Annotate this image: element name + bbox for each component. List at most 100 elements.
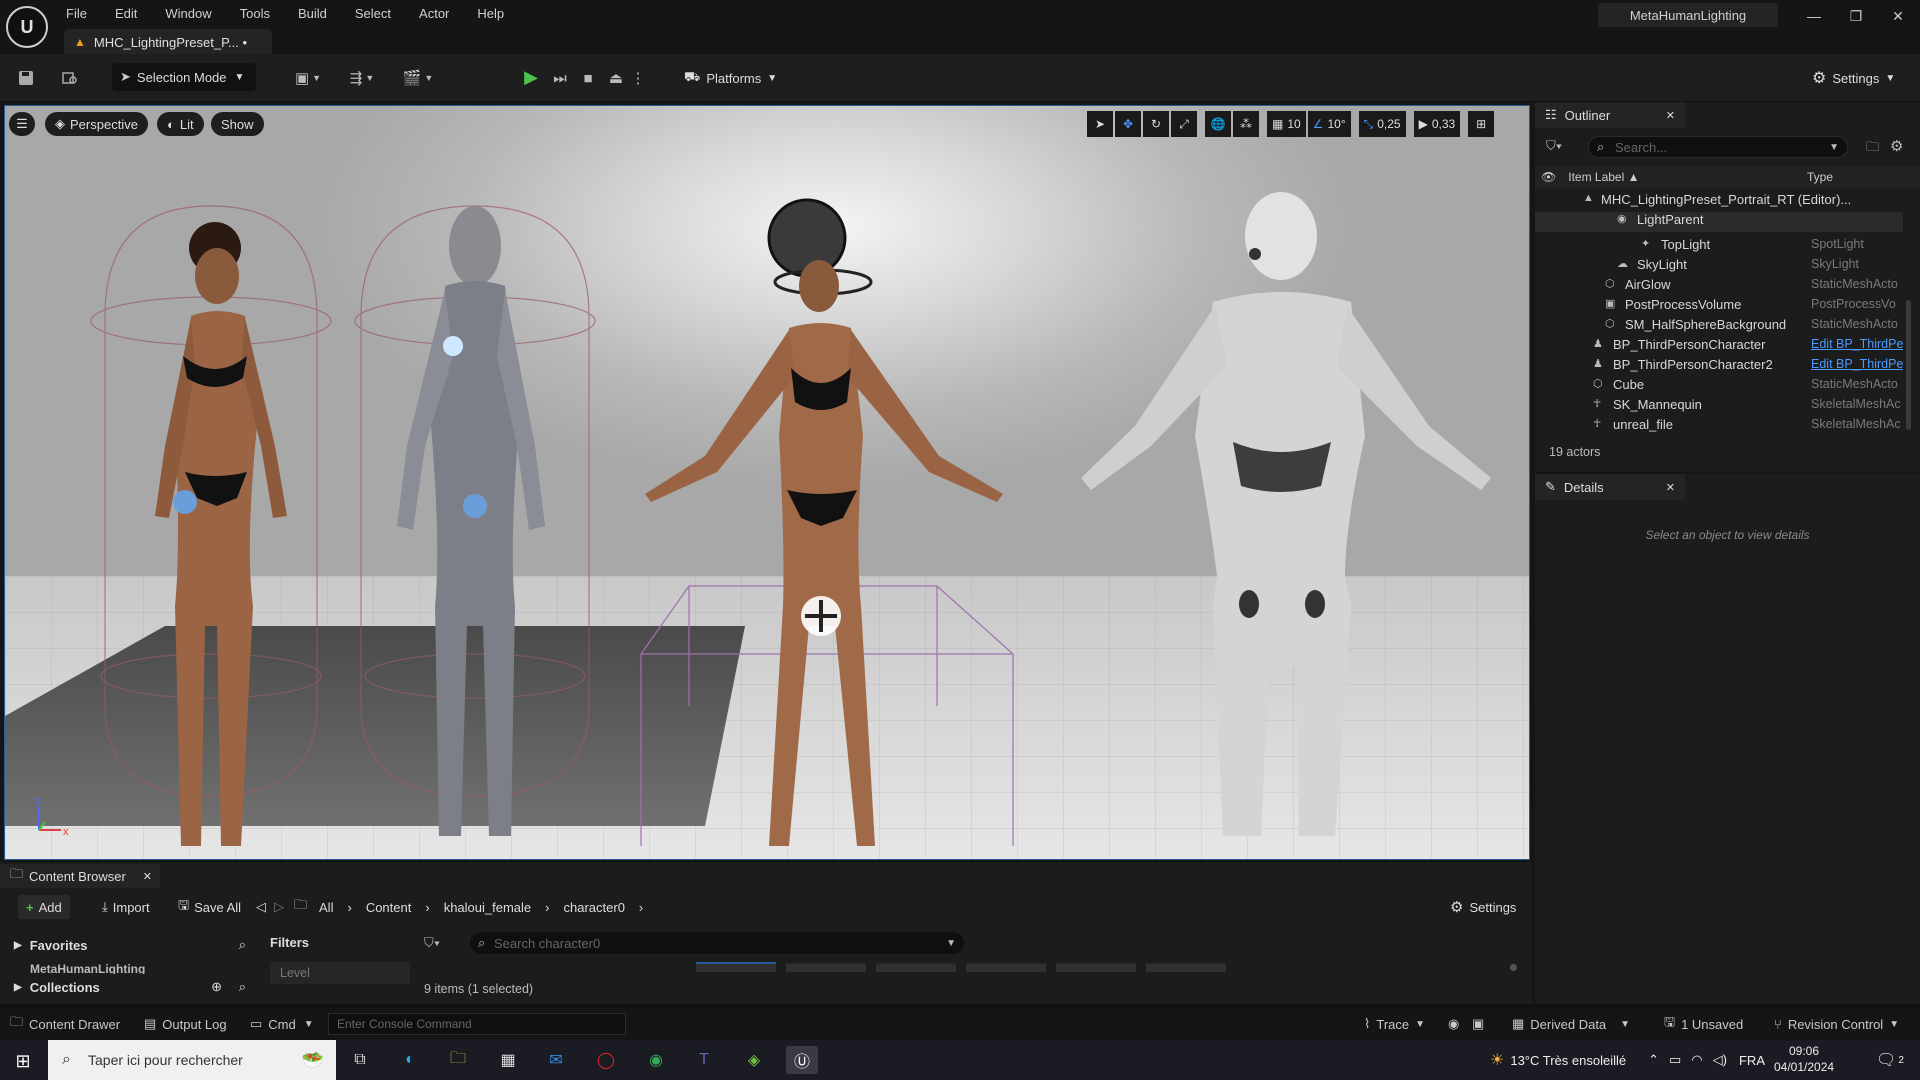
outliner-row[interactable]: ☥ SK_Mannequin SkeletalMeshAc: [1535, 397, 1903, 417]
menu-actor[interactable]: Actor: [419, 6, 449, 21]
details-tab[interactable]: ✎ Details ✕: [1535, 474, 1685, 500]
restore-button[interactable]: ❐: [1842, 4, 1870, 28]
trace-dropdown[interactable]: ⌇ Trace ▼: [1364, 1014, 1425, 1034]
outliner-row[interactable]: ☁ SkyLight SkyLight: [1535, 257, 1903, 277]
blueprint-icon[interactable]: ⇶ ▼: [344, 66, 380, 90]
network-icon[interactable]: ▭: [1669, 1052, 1681, 1068]
revision-control-dropdown[interactable]: ⑂ Revision Control ▼: [1774, 1014, 1899, 1034]
more-options-icon[interactable]: ⋮: [631, 66, 646, 90]
menu-build[interactable]: Build: [298, 6, 327, 21]
stop-icon[interactable]: ■: [576, 66, 600, 90]
console-input[interactable]: Enter Console Command: [328, 1013, 626, 1035]
outliner-settings-icon[interactable]: ⚙: [1890, 137, 1903, 155]
edge-icon[interactable]: ◐: [394, 1046, 426, 1074]
breadcrumb-content[interactable]: Content: [366, 900, 412, 915]
unreal-logo-icon[interactable]: U: [6, 6, 48, 48]
minimize-button[interactable]: —: [1800, 4, 1828, 28]
add-actor-icon[interactable]: ▣ ▼: [290, 66, 326, 90]
breadcrumb-all[interactable]: All: [319, 900, 333, 915]
edit-blueprint-link[interactable]: Edit BP_ThirdPe: [1811, 337, 1903, 351]
select-tool-icon[interactable]: ➤: [1087, 111, 1113, 137]
save-icon[interactable]: [14, 66, 38, 90]
language-label[interactable]: FRA: [1739, 1053, 1765, 1068]
collections-section[interactable]: ▶ Collections ⊕ ⌕: [14, 977, 246, 997]
surface-snap-icon[interactable]: ⁂: [1233, 111, 1259, 137]
asset-thumbnail[interactable]: [696, 962, 776, 972]
close-icon[interactable]: ✕: [1666, 481, 1675, 494]
volume-icon[interactable]: ◁): [1713, 1052, 1727, 1068]
level-filter[interactable]: Level: [270, 962, 410, 984]
content-search-input[interactable]: ⌕ Search character0 ▼: [470, 932, 964, 954]
camera-speed-button[interactable]: ▶ 0,33: [1413, 111, 1461, 137]
skip-frame-icon[interactable]: ⏭: [548, 66, 572, 90]
level-document-tab[interactable]: ▲ MHC_LightingPreset_P... •: [64, 29, 272, 55]
outliner-row[interactable]: ✦ TopLight SpotLight: [1535, 237, 1903, 257]
tray-chevron-icon[interactable]: ⌃: [1648, 1052, 1659, 1068]
show-button[interactable]: Show: [211, 112, 264, 136]
content-drawer-button[interactable]: 🗀 Content Drawer: [10, 1014, 120, 1034]
add-folder-icon[interactable]: 🗀: [1866, 138, 1879, 160]
back-icon[interactable]: ◁: [256, 899, 266, 915]
close-icon[interactable]: ✕: [143, 870, 152, 883]
level-viewport[interactable]: z x ☰ ◈ Perspective ◐ Lit Show ➤ ✥ ↻ ⤢ 🌐…: [4, 105, 1530, 860]
favorites-section[interactable]: ▶ Favorites ⌕: [14, 935, 246, 955]
menu-window[interactable]: Window: [165, 6, 211, 21]
perspective-button[interactable]: ◈ Perspective: [45, 112, 148, 136]
grid-snap-button[interactable]: ▦ 10: [1267, 111, 1306, 137]
metahuman-folder[interactable]: MetaHumanLighting: [30, 964, 145, 974]
close-button[interactable]: ✕: [1884, 4, 1912, 28]
type-column[interactable]: Type: [1807, 170, 1833, 184]
edit-blueprint-link[interactable]: Edit BP_ThirdPe: [1811, 357, 1903, 371]
derived-data-dropdown[interactable]: ▦ Derived Data ▼: [1512, 1014, 1630, 1034]
breadcrumb-character0[interactable]: character0: [564, 900, 625, 915]
outliner-row[interactable]: ♟ BP_ThirdPersonCharacter Edit BP_ThirdPe: [1535, 337, 1903, 357]
notifications-icon[interactable]: 🗨 2: [1876, 1050, 1904, 1070]
menu-file[interactable]: File: [66, 6, 87, 21]
asset-thumbnail[interactable]: [1146, 962, 1226, 972]
outliner-row[interactable]: ☥ unreal_file SkeletalMeshAc: [1535, 417, 1903, 437]
asset-thumbnail[interactable]: [876, 962, 956, 972]
store-icon[interactable]: ▦: [492, 1046, 524, 1074]
lit-button[interactable]: ◐ Lit: [157, 112, 204, 136]
search-icon[interactable]: ⌕: [239, 979, 246, 995]
outliner-row[interactable]: ▣ PostProcessVolume PostProcessVo: [1535, 297, 1903, 317]
asset-thumbnail[interactable]: [966, 962, 1046, 972]
save-all-button[interactable]: 🖫 Save All: [170, 895, 249, 919]
asset-thumbnail[interactable]: [786, 962, 866, 972]
viewport-menu-icon[interactable]: ☰: [9, 112, 35, 136]
cinematics-icon[interactable]: 🎬 ▼: [400, 66, 436, 90]
play-icon[interactable]: ▶: [518, 64, 544, 90]
unsaved-button[interactable]: 🖫 1 Unsaved: [1664, 1014, 1743, 1034]
outliner-row[interactable]: ▲ MHC_LightingPreset_Portrait_RT (Editor)…: [1535, 192, 1903, 212]
taskbar-search-input[interactable]: ⌕ Taper ici pour rechercher 🥗: [48, 1040, 336, 1080]
mail-icon[interactable]: ✉: [540, 1046, 572, 1074]
selection-mode-dropdown[interactable]: ➤ Selection Mode ▼: [112, 63, 256, 91]
outliner-search-input[interactable]: ⌕ Search... ▼: [1588, 136, 1848, 158]
camera-capture-icon[interactable]: ▣: [1472, 1014, 1484, 1034]
menu-edit[interactable]: Edit: [115, 6, 137, 21]
weather-label[interactable]: 13°C Très ensoleillé: [1510, 1053, 1626, 1068]
unreal-taskbar-icon[interactable]: Ⓤ: [786, 1046, 818, 1074]
menu-tools[interactable]: Tools: [240, 6, 270, 21]
scale-snap-button[interactable]: ⤡ 0,25: [1358, 111, 1406, 137]
file-explorer-icon[interactable]: 🗀: [442, 1046, 474, 1074]
forward-icon[interactable]: ▷: [274, 899, 284, 915]
settings-dropdown[interactable]: ⚙ Settings ▼: [1812, 66, 1895, 90]
eject-icon[interactable]: ⏏: [604, 66, 628, 90]
visibility-eye-icon[interactable]: 👁: [1541, 170, 1556, 184]
taskbar-clock[interactable]: 09:06 04/01/2024: [1774, 1043, 1834, 1075]
content-settings-button[interactable]: ⚙ Settings: [1442, 895, 1524, 919]
filter-icon[interactable]: ⛉▾: [424, 935, 440, 951]
windows-start-icon[interactable]: ⊞: [12, 1050, 34, 1072]
outliner-row[interactable]: ⬡ Cube StaticMeshActo: [1535, 377, 1903, 397]
scale-tool-icon[interactable]: ⤢: [1171, 111, 1197, 137]
wifi-icon[interactable]: ◠: [1691, 1052, 1702, 1068]
cb-scroll-handle[interactable]: [1510, 964, 1517, 971]
move-tool-icon[interactable]: ✥: [1115, 111, 1141, 137]
teams-icon[interactable]: T: [688, 1046, 720, 1074]
outliner-scrollbar[interactable]: [1906, 300, 1911, 430]
viewport-layout-icon[interactable]: ⊞: [1468, 111, 1495, 137]
menu-help[interactable]: Help: [477, 6, 504, 21]
cmd-dropdown[interactable]: ▭ Cmd ▼: [250, 1014, 314, 1034]
add-collection-icon[interactable]: ⊕: [211, 979, 222, 995]
